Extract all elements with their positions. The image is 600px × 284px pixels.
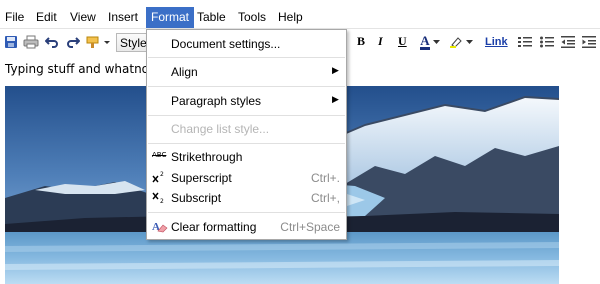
subscript-label: Subscript [171,191,222,205]
menu-edit[interactable]: Edit [31,7,62,28]
numbered-list-icon[interactable] [516,33,534,51]
menu-divider [148,212,345,213]
submenu-arrow-icon: ▶ [332,95,339,105]
superscript-shortcut: Ctrl+. [310,171,340,185]
menu-file[interactable]: File [0,7,29,28]
menu-item-change-list-style: Change list style... [147,119,346,139]
submenu-arrow-icon: ▶ [332,66,339,76]
format-menu: Document settings... Align ▶ Paragraph s… [146,29,347,240]
underline-button[interactable]: U [398,34,407,52]
superscript-icon: 2 [152,170,168,186]
menu-bar: File Edit View Insert Format Table Tools… [0,0,600,29]
menu-item-strikethrough[interactable]: ABC Strikethrough [147,147,346,167]
menu-tools[interactable]: Tools [233,7,271,28]
bold-button[interactable]: B [357,34,365,52]
print-icon[interactable] [22,33,40,51]
clear-formatting-label: Clear formatting [171,220,257,234]
text-color-icon[interactable]: A [418,33,442,51]
menu-item-document-settings[interactable]: Document settings... [147,34,346,54]
text-color-letter: A [420,32,430,50]
superscript-label: Superscript [171,171,232,185]
highlight-icon[interactable] [449,33,473,51]
document-text[interactable]: Typing stuff and whatnot [5,62,154,76]
menu-help[interactable]: Help [273,7,308,28]
link-button[interactable]: Link [485,36,508,48]
undo-icon[interactable] [43,33,61,51]
menu-insert[interactable]: Insert [103,7,143,28]
menu-view[interactable]: View [65,7,101,28]
menu-item-clear-formatting[interactable]: A Clear formatting Ctrl+Space [147,217,346,237]
italic-button[interactable]: I [378,34,383,52]
redo-icon[interactable] [64,33,82,51]
menu-item-subscript[interactable]: 2 Subscript Ctrl+, [147,188,346,208]
svg-text:2: 2 [160,171,164,178]
paragraph-styles-label: Paragraph styles [171,94,262,108]
menu-divider [148,143,345,144]
menu-table[interactable]: Table [192,7,231,28]
align-label: Align [171,65,198,79]
menu-item-align[interactable]: Align ▶ [147,62,346,82]
subscript-icon: 2 [152,190,168,206]
menu-item-superscript[interactable]: 2 Superscript Ctrl+. [147,168,346,188]
menu-item-paragraph-styles[interactable]: Paragraph styles ▶ [147,91,346,111]
document-settings-label: Document settings... [171,37,281,51]
save-icon[interactable] [2,33,20,51]
svg-text:2: 2 [160,198,164,204]
strikethrough-label: Strikethrough [171,150,243,164]
decrease-indent-icon[interactable] [559,33,577,51]
menu-divider [148,115,345,116]
increase-indent-icon[interactable] [580,33,598,51]
clear-formatting-icon: A [152,219,168,235]
paint-format-icon[interactable] [86,33,112,51]
change-list-style-label: Change list style... [171,122,270,136]
menu-format[interactable]: Format [146,7,195,28]
menu-divider [148,57,345,58]
strikethrough-icon: ABC [152,151,167,159]
clear-formatting-shortcut: Ctrl+Space [280,220,340,234]
menu-divider [148,86,345,87]
subscript-shortcut: Ctrl+, [310,191,340,205]
bulleted-list-icon[interactable] [538,33,556,51]
